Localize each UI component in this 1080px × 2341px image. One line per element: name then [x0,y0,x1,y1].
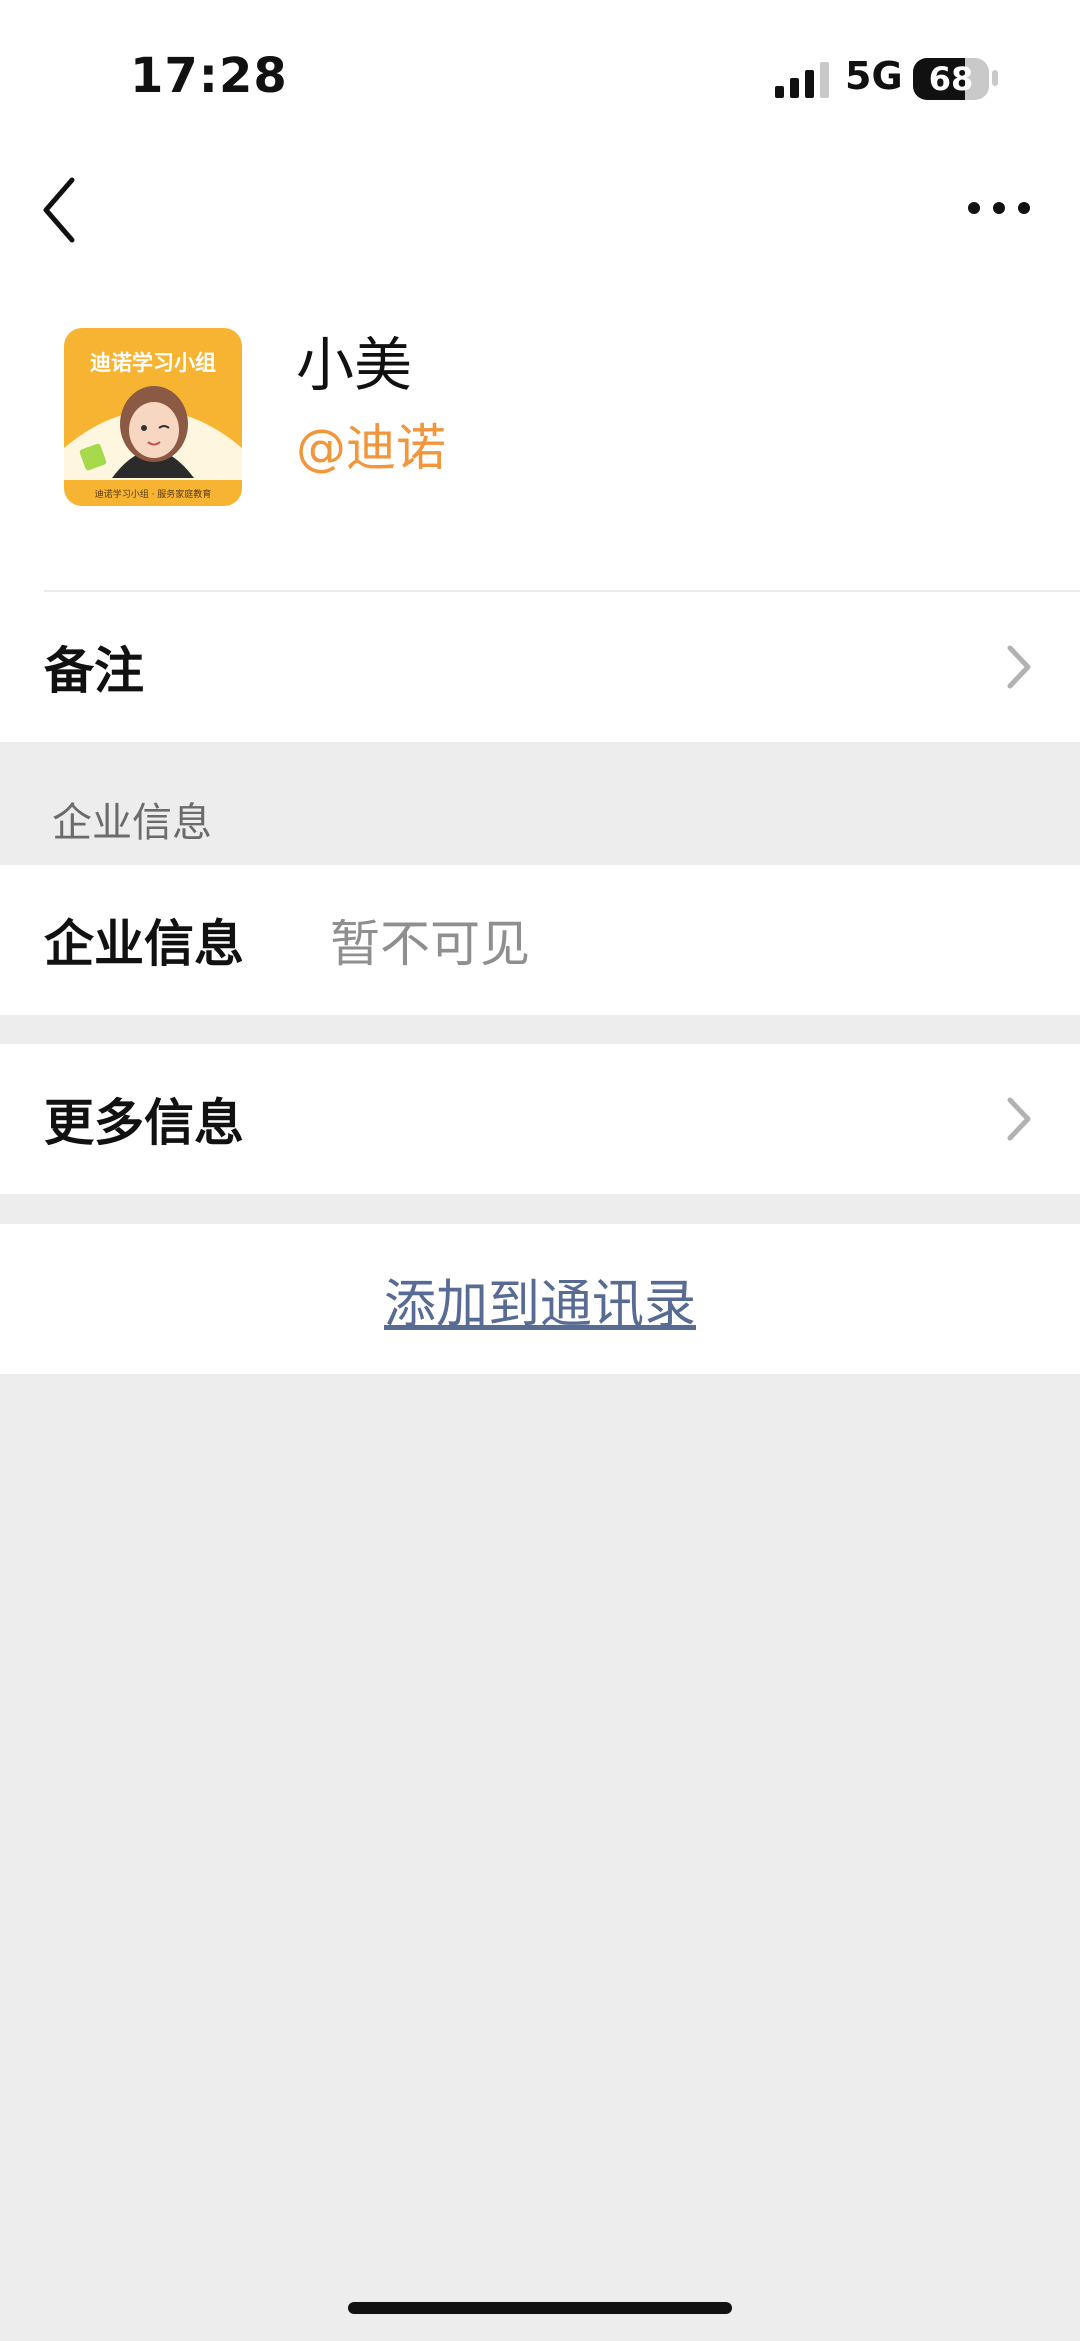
battery-tip [992,70,998,86]
battery-icon: 68 [913,58,989,100]
contact-name: 小美 [296,331,413,399]
chevron-right-icon [1007,1097,1031,1141]
more-info-row[interactable]: 更多信息 [0,1044,1080,1194]
add-to-contacts-button[interactable]: 添加到通讯录 [0,1224,1080,1374]
signal-icon [775,62,829,98]
ellipsis-icon[interactable] [966,196,1032,220]
enterprise-info-value: 暂不可见 [330,915,530,973]
enterprise-info-label: 企业信息 [44,915,244,973]
chevron-left-icon[interactable] [36,170,86,250]
enterprise-info-row: 企业信息 暂不可见 [0,865,1080,1015]
section-title-enterprise: 企业信息 [52,800,212,846]
avatar[interactable]: 迪诺学习小组 迪诺学习小组 · 服务家庭教育 [64,328,242,506]
company-tag: @迪诺 [296,419,446,477]
add-to-contacts-label: 添加到通讯录 [383,1274,696,1335]
avatar-banner: 迪诺学习小组 [90,351,216,375]
battery-percent: 68 [928,60,974,98]
avatar-footer: 迪诺学习小组 · 服务家庭教育 [95,488,212,500]
remark-row[interactable]: 备注 [0,592,1080,742]
remark-label: 备注 [44,642,144,700]
home-indicator[interactable] [348,2302,732,2314]
status-time: 17:28 [130,48,288,104]
network-type: 5G [845,54,903,98]
status-bar: 17:28 5G 68 [0,0,1080,150]
avatar-illustration: 迪诺学习小组 迪诺学习小组 · 服务家庭教育 [64,328,242,506]
more-info-label: 更多信息 [44,1094,244,1152]
chevron-right-icon [1007,645,1031,689]
